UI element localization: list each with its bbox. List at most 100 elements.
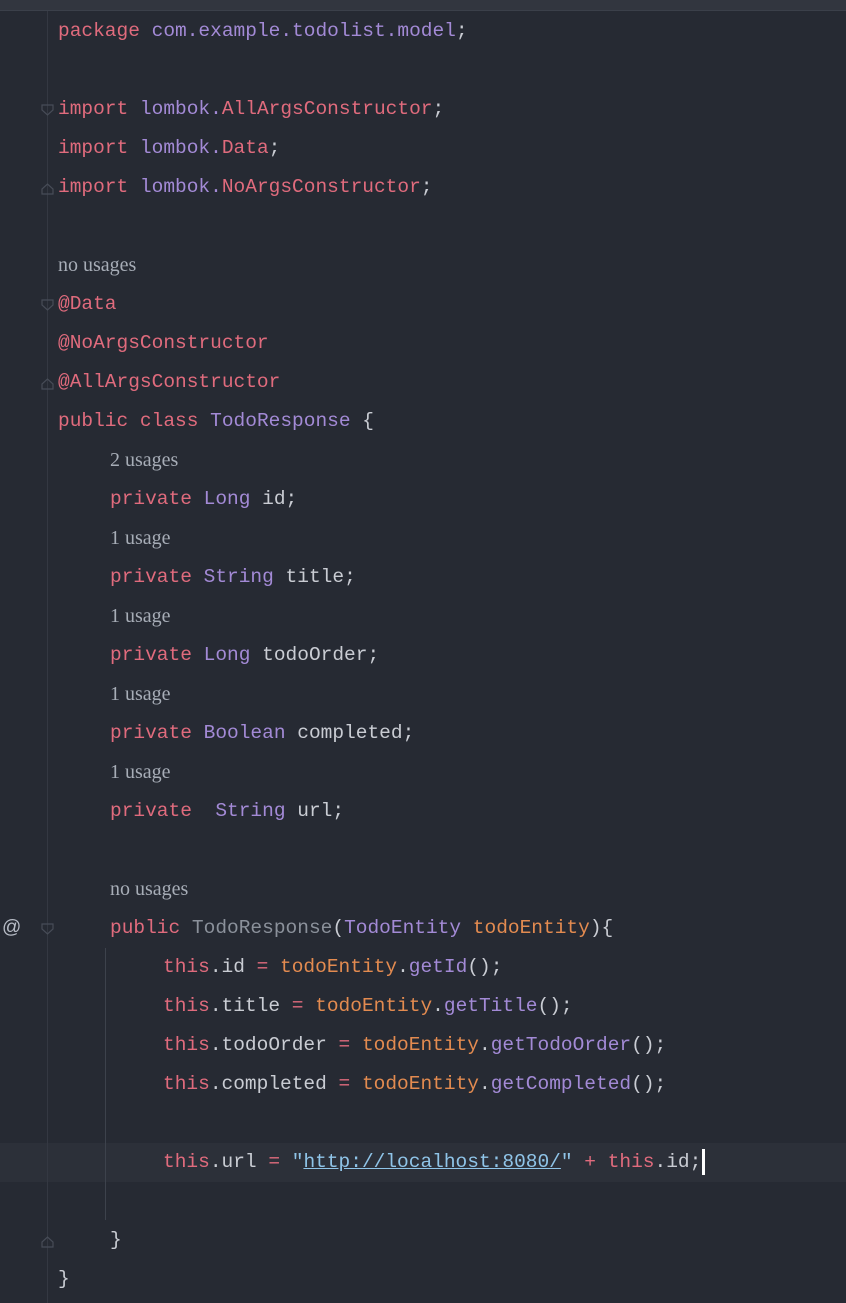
fold-collapse-icon[interactable] <box>41 299 54 312</box>
punctuation: ; <box>367 644 380 666</box>
usage-hint[interactable]: 1 usage <box>110 519 171 558</box>
param-ref: todoEntity <box>361 1073 479 1095</box>
keyword: public <box>58 410 129 432</box>
keyword: import <box>58 137 129 159</box>
field-declaration[interactable]: private String url; <box>110 792 344 831</box>
method-call: getTitle <box>443 995 538 1017</box>
keyword: this <box>607 1151 655 1173</box>
import-class: Data <box>221 137 269 159</box>
keyword: private <box>110 566 192 588</box>
field-ref: title <box>221 995 281 1017</box>
assignment-line[interactable]: this.title = todoEntity.getTitle(); <box>163 987 573 1026</box>
field-name: todoOrder <box>262 644 368 666</box>
annotation: @NoArgsConstructor <box>58 332 269 354</box>
keyword: this <box>163 1034 210 1056</box>
constructor-name: TodoResponse <box>191 917 333 939</box>
constructor-declaration[interactable]: public TodoResponse(TodoEntity todoEntit… <box>110 909 613 948</box>
keyword: private <box>110 488 192 510</box>
closing-brace[interactable]: } <box>110 1221 122 1260</box>
field-ref: url <box>221 1151 257 1173</box>
param-ref: todoEntity <box>315 995 433 1017</box>
fold-end-icon[interactable] <box>41 1235 54 1248</box>
usage-hint[interactable]: no usages <box>110 870 188 909</box>
keyword: this <box>163 1151 210 1173</box>
fold-collapse-icon[interactable] <box>41 104 54 117</box>
text-caret <box>702 1148 706 1175</box>
closing-brace[interactable]: } <box>58 1260 70 1299</box>
package-line[interactable]: package com.example.todolist.model; <box>58 12 468 51</box>
keyword: import <box>58 98 129 120</box>
punctuation: ; <box>402 722 415 744</box>
indent-guide <box>105 948 106 1220</box>
import-line[interactable]: import lombok.Data; <box>58 129 280 168</box>
punctuation: ; <box>689 1151 702 1173</box>
keyword: private <box>110 800 192 822</box>
keyword: public <box>110 917 181 939</box>
field-declaration[interactable]: private Long todoOrder; <box>110 636 379 675</box>
annotation-line[interactable]: @Data <box>58 285 117 324</box>
annotation-line[interactable]: @NoArgsConstructor <box>58 324 269 363</box>
field-declaration[interactable]: private Boolean completed; <box>110 714 414 753</box>
usage-hint[interactable]: 2 usages <box>110 441 178 480</box>
fold-end-icon[interactable] <box>41 182 54 195</box>
field-ref: completed <box>221 1073 327 1095</box>
assignment-line[interactable]: this.id = todoEntity.getId(); <box>163 948 502 987</box>
field-type: String <box>215 800 286 822</box>
import-package: lombok. <box>139 176 222 198</box>
field-ref: todoOrder <box>221 1034 327 1056</box>
fold-end-icon[interactable] <box>41 377 54 390</box>
keyword: private <box>110 722 192 744</box>
field-declaration[interactable]: private String title; <box>110 558 356 597</box>
field-declaration[interactable]: private Long id; <box>110 480 297 519</box>
param-type: TodoEntity <box>344 917 462 939</box>
punctuation: ; <box>560 995 573 1017</box>
field-type: Long <box>203 488 251 510</box>
fold-collapse-icon[interactable] <box>41 923 54 936</box>
field-type: Boolean <box>203 722 286 744</box>
override-gutter-icon[interactable]: @ <box>2 912 21 944</box>
usage-hint[interactable]: 1 usage <box>110 597 171 636</box>
punctuation: ; <box>285 488 298 510</box>
import-class: AllArgsConstructor <box>221 98 433 120</box>
package-name: com.example.todolist.model <box>151 20 456 42</box>
url-string-link[interactable]: http://localhost:8080/ <box>303 1151 560 1173</box>
assignment-line[interactable]: this.todoOrder = todoEntity.getTodoOrder… <box>163 1026 666 1065</box>
brace: } <box>110 1229 122 1251</box>
brace: } <box>58 1268 70 1290</box>
punctuation: ; <box>455 20 468 42</box>
url-assignment-line[interactable]: this.url = "http://localhost:8080/" + th… <box>163 1143 706 1182</box>
param-name: todoEntity <box>472 917 590 939</box>
field-name: title <box>285 566 345 588</box>
punctuation: ; <box>344 566 356 588</box>
import-package: lombok. <box>139 137 222 159</box>
method-call: getTodoOrder <box>490 1034 632 1056</box>
keyword: import <box>58 176 129 198</box>
import-line[interactable]: import lombok.NoArgsConstructor; <box>58 168 432 207</box>
punctuation: ; <box>420 176 433 198</box>
field-ref: id <box>666 1151 690 1173</box>
field-name: id <box>262 488 286 510</box>
field-ref: id <box>221 956 245 978</box>
usage-hint[interactable]: 1 usage <box>110 753 171 792</box>
code-editor[interactable]: @ package com.example.todolist.model; im… <box>0 0 846 1303</box>
annotation-line[interactable]: @AllArgsConstructor <box>58 363 280 402</box>
usage-hint[interactable]: no usages <box>58 246 136 285</box>
keyword: class <box>139 410 199 432</box>
punctuation: ; <box>654 1034 667 1056</box>
import-package: lombok. <box>139 98 222 120</box>
brace: { <box>601 917 614 939</box>
keyword: private <box>110 644 192 666</box>
field-name: url <box>297 800 333 822</box>
usage-hint[interactable]: 1 usage <box>110 675 171 714</box>
keyword: this <box>163 956 210 978</box>
punctuation: ; <box>332 800 345 822</box>
field-type: String <box>203 566 274 588</box>
annotation: @AllArgsConstructor <box>58 371 281 393</box>
import-line[interactable]: import lombok.AllArgsConstructor; <box>58 90 444 129</box>
assignment-line[interactable]: this.completed = todoEntity.getCompleted… <box>163 1065 666 1104</box>
import-class: NoArgsConstructor <box>221 176 421 198</box>
field-type: Long <box>203 644 251 666</box>
class-declaration[interactable]: public class TodoResponse { <box>58 402 374 441</box>
punctuation: ; <box>654 1073 667 1095</box>
method-call: getId <box>408 956 468 978</box>
